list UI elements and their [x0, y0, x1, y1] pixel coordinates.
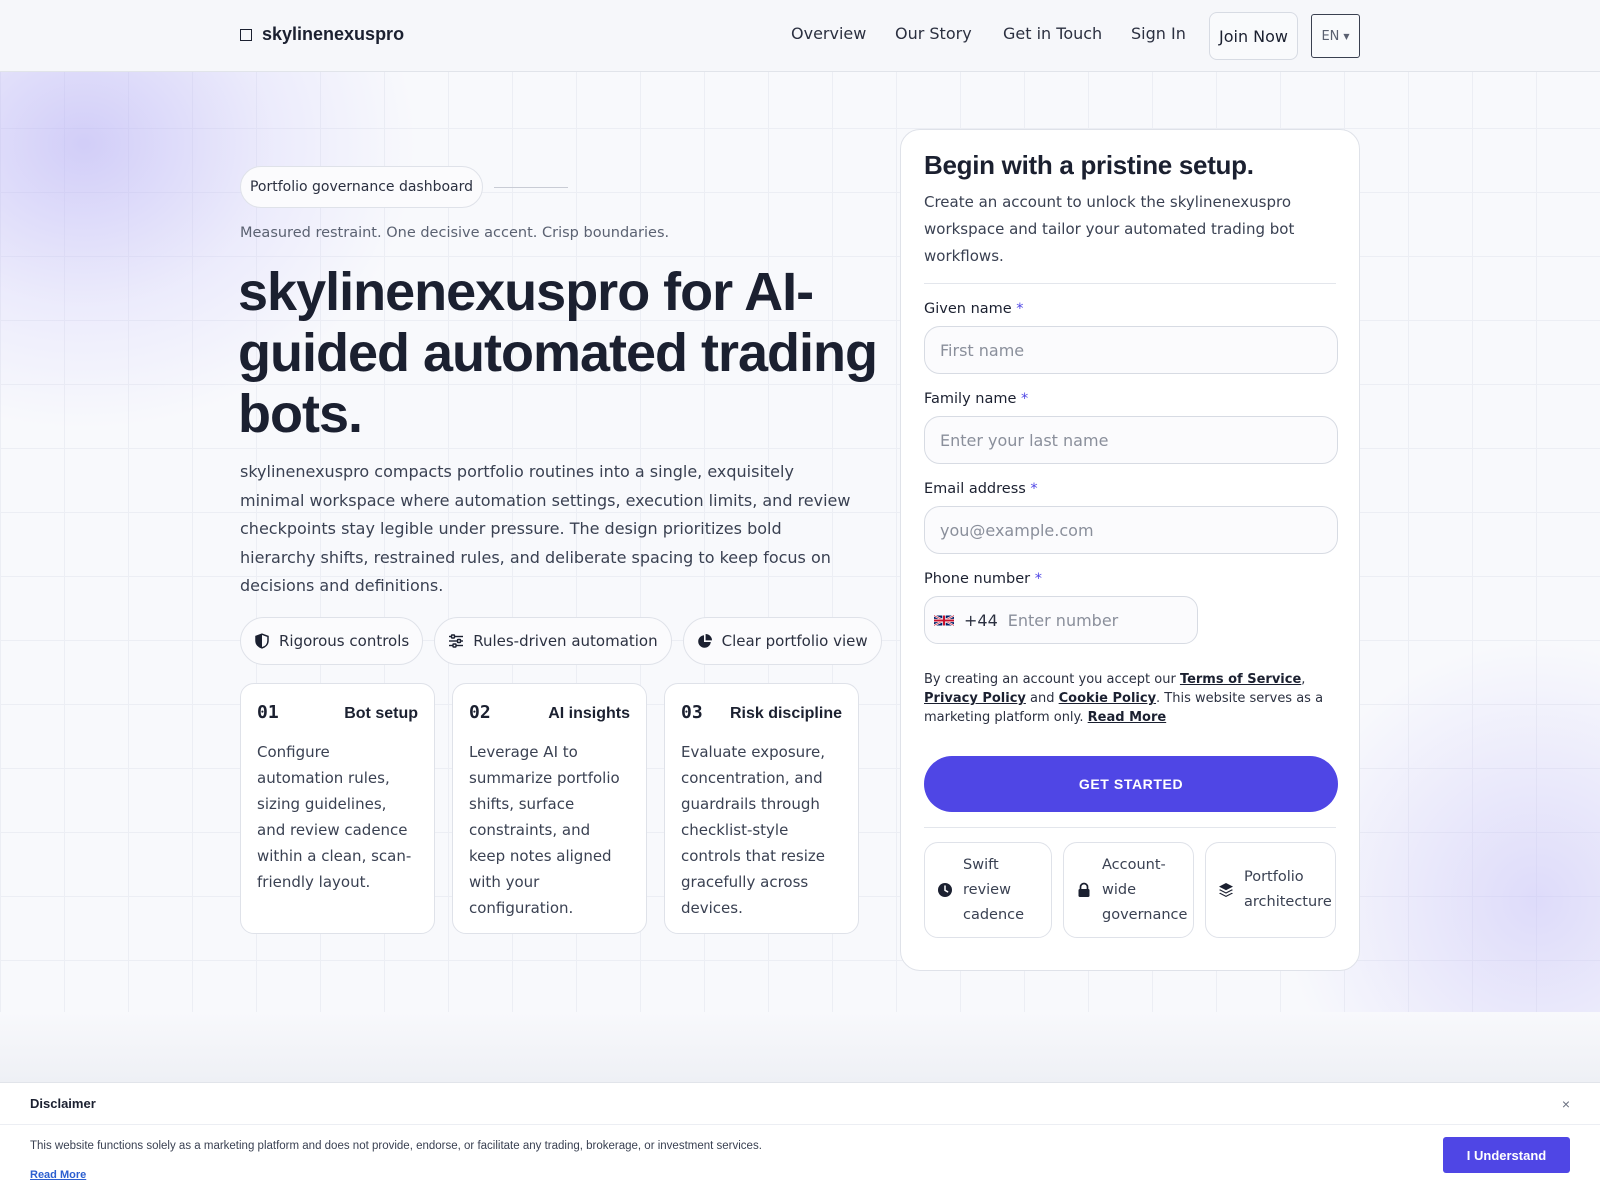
card-title: Bot setup	[344, 705, 418, 722]
label-text: Email address	[924, 481, 1026, 497]
label-text: Given name	[924, 301, 1012, 317]
chip-clear-portfolio-view: Clear portfolio view	[682, 617, 882, 665]
hero-description: skylinenexuspro compacts portfolio routi…	[240, 462, 851, 595]
chip-label: Rigorous controls	[279, 632, 410, 650]
consent-comma: ,	[1301, 672, 1306, 687]
required-marker: *	[1016, 301, 1024, 317]
nav-get-in-touch[interactable]: Get in Touch	[1003, 24, 1102, 43]
consent-and: and	[1025, 691, 1059, 706]
card-number: 03	[681, 702, 703, 723]
disclaimer-read-more-link[interactable]: Read More	[30, 1169, 86, 1181]
feature-label: Portfolio architecture	[1244, 869, 1332, 910]
pie-chart-icon	[697, 634, 712, 648]
chip-rigorous-controls: Rigorous controls	[240, 617, 424, 665]
feature-portfolio-architecture: Portfolio architecture	[1205, 842, 1336, 938]
phone-input[interactable]	[1007, 610, 1188, 630]
email-label: Email address *	[924, 481, 1336, 497]
card-risk-discipline: 03 Risk discipline Evaluate exposure, co…	[664, 683, 859, 934]
cookie-link[interactable]: Cookie Policy	[1059, 691, 1156, 706]
card-ai-insights: 02 AI insights Leverage AI to summarize …	[452, 683, 647, 934]
form-description: Create an account to unlock the skylinen…	[924, 193, 1295, 265]
divider	[924, 283, 1336, 284]
disclaimer-text: This website functions solely as a marke…	[30, 1140, 762, 1152]
card-title: AI insights	[548, 705, 630, 722]
brand-name: skylinenexuspro	[262, 24, 405, 44]
card-body: Evaluate exposure, concentration, and gu…	[681, 743, 825, 917]
layers-icon	[1219, 883, 1233, 897]
logo-square-icon	[240, 28, 252, 41]
hero-tagline: Measured restraint. One decisive accent.…	[240, 225, 670, 241]
caret-down-icon: ▼	[1343, 31, 1350, 41]
card-title: Risk discipline	[729, 705, 842, 722]
feature-account-governance: Account-wide governance	[1063, 842, 1194, 938]
card-body: Leverage AI to summarize portfolio shift…	[469, 743, 620, 917]
join-now-button[interactable]: Join Now	[1209, 12, 1298, 60]
consent-prefix: By creating an account you accept our	[924, 672, 1180, 687]
phone-field: +44	[924, 596, 1198, 644]
chip-label: Rules-driven automation	[473, 632, 658, 650]
required-marker: *	[1021, 391, 1029, 407]
divider	[924, 827, 1336, 828]
lock-icon	[1078, 882, 1090, 897]
given-name-input[interactable]	[924, 326, 1338, 374]
nav-sign-in[interactable]: Sign In	[1131, 24, 1186, 43]
hero-title: skylinenexuspro for AI-guided automated …	[238, 262, 878, 444]
email-input[interactable]	[924, 506, 1338, 554]
form-features: Swift review cadence Account-wide govern…	[924, 842, 1336, 938]
given-name-label: Given name *	[924, 301, 1336, 317]
close-icon[interactable]: ×	[1562, 1096, 1570, 1112]
i-understand-button[interactable]: I Understand	[1443, 1137, 1570, 1173]
badge-rule	[494, 187, 568, 188]
hero-chips: Rigorous controls Rules-driven automatio…	[240, 617, 882, 665]
family-name-input[interactable]	[924, 416, 1338, 464]
card-number: 01	[257, 702, 279, 723]
clock-icon	[938, 883, 952, 897]
phone-label: Phone number *	[924, 571, 1336, 587]
nav-overview[interactable]: Overview	[791, 24, 866, 43]
form-title: Begin with a pristine setup.	[924, 150, 1254, 180]
consent-text: By creating an account you accept our Te…	[924, 670, 1336, 727]
disclaimer-title: Disclaimer	[30, 1096, 96, 1111]
feature-cards: 01 Bot setup Configure automation rules,…	[240, 683, 859, 934]
uk-flag-icon[interactable]	[934, 614, 954, 627]
privacy-link[interactable]: Privacy Policy	[924, 691, 1026, 706]
required-marker: *	[1030, 481, 1038, 497]
brand-logo[interactable]: skylinenexuspro	[240, 24, 404, 45]
card-body: Configure automation rules, sizing guide…	[257, 743, 412, 891]
language-code: EN	[1321, 28, 1340, 44]
nav-our-story[interactable]: Our Story	[895, 24, 972, 43]
chip-label: Clear portfolio view	[721, 632, 868, 650]
signup-panel: Begin with a pristine setup. Create an a…	[900, 129, 1360, 971]
chip-rules-driven-automation: Rules-driven automation	[434, 617, 672, 665]
section-divider	[0, 1012, 1600, 1082]
site-header: skylinenexuspro Overview Our Story Get i…	[0, 0, 1600, 72]
family-name-label: Family name *	[924, 391, 1336, 407]
read-more-link[interactable]: Read More	[1088, 710, 1167, 725]
shield-icon	[255, 633, 269, 649]
label-text: Phone number	[924, 571, 1031, 587]
feature-label: Account-wide governance	[1102, 856, 1188, 923]
get-started-button[interactable]: GET STARTED	[924, 756, 1338, 812]
language-selector[interactable]: EN ▼	[1311, 14, 1360, 58]
terms-link[interactable]: Terms of Service	[1180, 672, 1301, 687]
disclaimer-banner: Disclaimer × This website functions sole…	[0, 1082, 1600, 1200]
feature-swift-review: Swift review cadence	[924, 842, 1052, 938]
hero-badge: Portfolio governance dashboard	[240, 166, 483, 208]
dial-code[interactable]: +44	[964, 611, 998, 630]
sliders-icon	[449, 634, 464, 648]
required-marker: *	[1034, 571, 1042, 587]
card-bot-setup: 01 Bot setup Configure automation rules,…	[240, 683, 435, 934]
card-number: 02	[469, 702, 491, 723]
label-text: Family name	[924, 391, 1017, 407]
feature-label: Swift review cadence	[963, 856, 1025, 923]
